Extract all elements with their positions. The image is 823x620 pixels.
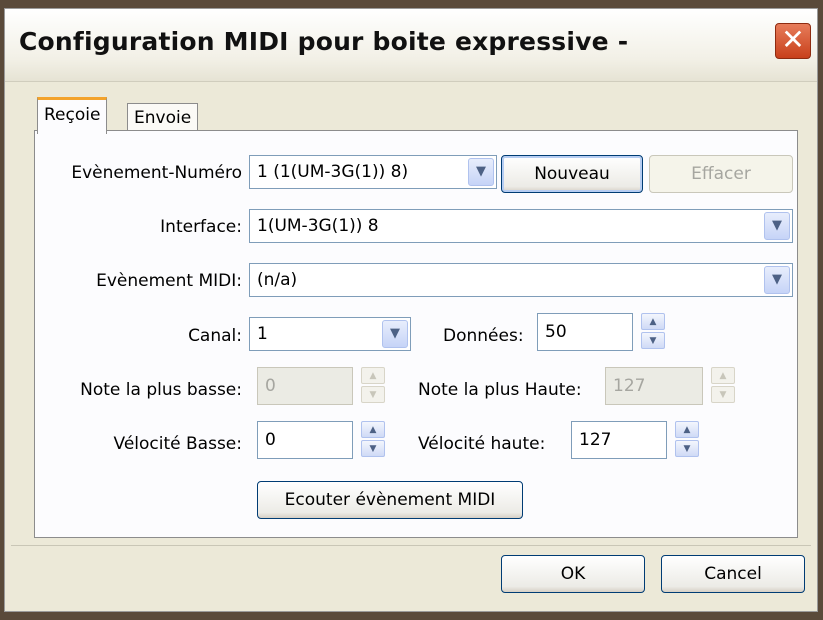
data-label: Données:: [443, 326, 524, 346]
tab-envoie[interactable]: Envoie: [127, 103, 199, 132]
interface-value: 1(UM-3G(1)) 8: [257, 216, 379, 236]
velocity-low-stepper[interactable]: ▲ ▼: [361, 421, 385, 457]
data-field[interactable]: 50: [537, 313, 633, 351]
event-number-select[interactable]: 1 (1(UM-3G(1)) 8) ▼: [249, 155, 497, 189]
lowest-note-field[interactable]: 0: [257, 367, 353, 405]
highest-note-stepper[interactable]: ▲ ▼: [711, 367, 735, 403]
delete-button[interactable]: Effacer: [649, 155, 793, 193]
velocity-low-label: Vélocité Basse:: [113, 434, 242, 454]
window-title: Configuration MIDI pour boite expressive…: [19, 27, 629, 56]
close-icon[interactable]: ✕: [775, 23, 811, 59]
spin-up-icon[interactable]: ▲: [711, 367, 735, 384]
footer-divider: [11, 545, 811, 546]
chevron-down-icon[interactable]: ▼: [468, 158, 494, 186]
tab-recoie[interactable]: Reçoie: [37, 97, 108, 134]
velocity-low-value: 0: [265, 430, 276, 450]
highest-note-value: 127: [613, 376, 646, 396]
chevron-down-icon[interactable]: ▼: [764, 212, 790, 240]
velocity-high-stepper[interactable]: ▲ ▼: [675, 421, 699, 457]
spin-down-icon[interactable]: ▼: [361, 440, 385, 457]
chevron-down-icon[interactable]: ▼: [764, 266, 790, 294]
cancel-button[interactable]: Cancel: [661, 555, 805, 593]
channel-label: Canal:: [188, 326, 242, 346]
spin-up-icon[interactable]: ▲: [361, 367, 385, 384]
receive-panel: Evènement-Numéro 1 (1(UM-3G(1)) 8) ▼ Nou…: [34, 130, 798, 538]
title-bar: Configuration MIDI pour boite expressive…: [5, 9, 817, 82]
midi-event-value: (n/a): [257, 270, 298, 290]
chevron-down-icon[interactable]: ▼: [382, 320, 408, 348]
spin-down-icon[interactable]: ▼: [361, 386, 385, 403]
new-button[interactable]: Nouveau: [501, 155, 643, 193]
spin-up-icon[interactable]: ▲: [641, 313, 665, 330]
event-number-label: Evènement-Numéro: [71, 163, 242, 183]
velocity-low-field[interactable]: 0: [257, 421, 353, 459]
spin-down-icon[interactable]: ▼: [641, 332, 665, 349]
velocity-high-label: Vélocité haute:: [418, 434, 546, 454]
velocity-high-value: 127: [579, 430, 612, 450]
highest-note-label: Note la plus Haute:: [418, 380, 582, 400]
ok-button[interactable]: OK: [501, 555, 645, 593]
event-number-value: 1 (1(UM-3G(1)) 8): [257, 162, 409, 182]
data-value: 50: [545, 322, 567, 342]
listen-midi-event-button[interactable]: Ecouter évènement MIDI: [257, 481, 523, 519]
spin-up-icon[interactable]: ▲: [361, 421, 385, 438]
interface-select[interactable]: 1(UM-3G(1)) 8 ▼: [249, 209, 793, 243]
lowest-note-stepper[interactable]: ▲ ▼: [361, 367, 385, 403]
spin-down-icon[interactable]: ▼: [711, 386, 735, 403]
lowest-note-label: Note la plus basse:: [80, 380, 242, 400]
midi-event-label: Evènement MIDI:: [96, 271, 242, 291]
spin-down-icon[interactable]: ▼: [675, 440, 699, 457]
lowest-note-value: 0: [265, 376, 276, 396]
interface-label: Interface:: [160, 217, 242, 237]
spin-up-icon[interactable]: ▲: [675, 421, 699, 438]
velocity-high-field[interactable]: 127: [571, 421, 667, 459]
data-stepper[interactable]: ▲ ▼: [641, 313, 665, 349]
channel-select[interactable]: 1 ▼: [249, 317, 411, 351]
highest-note-field[interactable]: 127: [605, 367, 703, 405]
midi-event-select[interactable]: (n/a) ▼: [249, 263, 793, 297]
midi-config-dialog: Configuration MIDI pour boite expressive…: [4, 8, 818, 612]
channel-value: 1: [257, 324, 268, 344]
